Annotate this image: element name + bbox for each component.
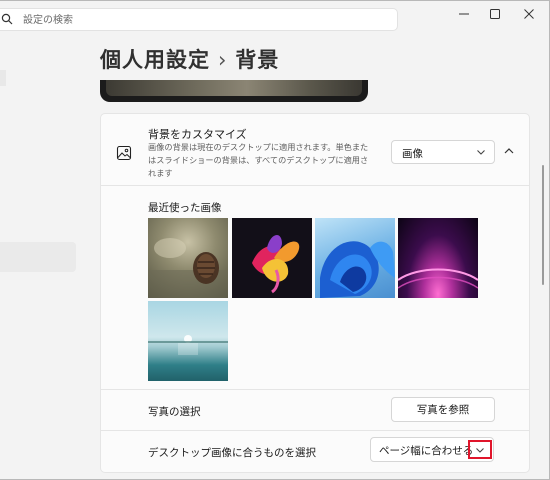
breadcrumb-parent[interactable]: 個人用設定 xyxy=(100,48,210,72)
customize-background-title: 背景をカスタマイズ xyxy=(148,128,247,141)
minimize-icon xyxy=(459,13,469,15)
fit-dropdown[interactable]: ページ幅に合わせる xyxy=(370,437,494,462)
close-icon xyxy=(524,9,534,19)
breadcrumb: 個人用設定 › 背景 xyxy=(100,44,279,74)
fit-label: デスクトップ画像に合うものを選択 xyxy=(148,447,316,459)
background-type-value: 画像 xyxy=(402,148,423,160)
minimize-button[interactable] xyxy=(447,3,481,25)
choose-photo-label: 写真の選択 xyxy=(148,406,201,418)
chevron-down-icon xyxy=(477,150,485,155)
maximize-icon xyxy=(490,9,500,19)
recent-image-5[interactable] xyxy=(148,301,228,381)
fit-dropdown-chevron-highlight[interactable] xyxy=(468,440,492,459)
customize-background-description: 画像の背景は現在のデスクトップに適用されます。単色またはスライドショーの背景は、… xyxy=(148,142,369,178)
search-icon xyxy=(1,13,13,25)
nav-item[interactable] xyxy=(0,70,6,86)
page-title: 背景 xyxy=(235,48,280,72)
recent-image-4[interactable] xyxy=(398,218,478,298)
background-type-dropdown[interactable]: 画像 xyxy=(391,140,495,164)
scrollbar[interactable] xyxy=(542,165,544,285)
image-icon xyxy=(116,145,132,161)
background-settings-panel: 背景をカスタマイズ 画像の背景は現在のデスクトップに適用されます。単色またはスラ… xyxy=(100,113,530,473)
divider xyxy=(101,185,529,186)
lake-image xyxy=(148,335,228,355)
preview-image xyxy=(106,80,362,96)
nav-item-selected[interactable] xyxy=(0,242,76,272)
breadcrumb-separator-icon: › xyxy=(218,48,228,72)
background-preview xyxy=(100,80,368,102)
pinecone-image xyxy=(148,238,228,298)
recent-images-label: 最近使った画像 xyxy=(148,202,222,214)
maximize-button[interactable] xyxy=(478,3,512,25)
close-button[interactable] xyxy=(512,3,546,25)
recent-image-1[interactable] xyxy=(148,218,228,298)
bloom-image xyxy=(320,241,395,298)
flower-image xyxy=(252,234,300,294)
chevron-down-icon xyxy=(476,448,484,453)
browse-photos-button[interactable]: 写真を参照 xyxy=(391,397,495,422)
search-box[interactable] xyxy=(0,8,398,31)
search-input[interactable] xyxy=(23,11,323,29)
recent-image-3[interactable] xyxy=(315,218,395,298)
divider xyxy=(101,430,529,431)
glow-image xyxy=(398,268,478,289)
fit-value: ページ幅に合わせる xyxy=(379,445,474,457)
divider xyxy=(101,389,529,390)
recent-image-2[interactable] xyxy=(232,218,312,298)
chevron-up-icon[interactable] xyxy=(503,146,515,156)
